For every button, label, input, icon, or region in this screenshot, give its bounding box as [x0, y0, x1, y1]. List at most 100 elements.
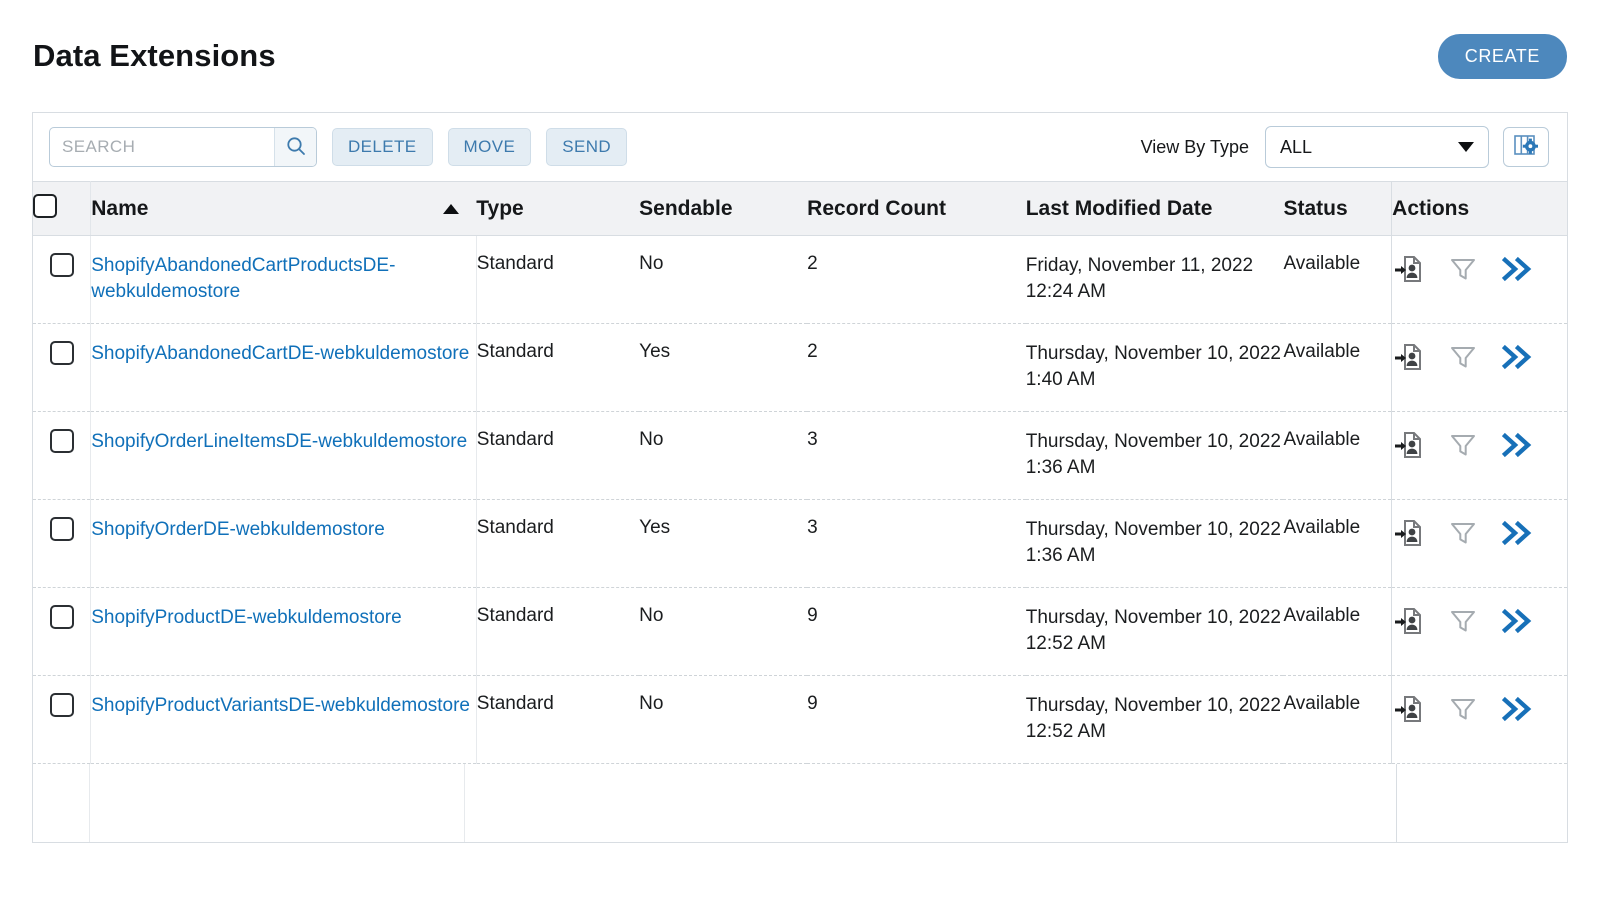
filler-name-column: [90, 764, 465, 842]
select-all-checkbox[interactable]: [33, 193, 57, 218]
delete-button[interactable]: DELETE: [332, 128, 433, 166]
column-settings-button[interactable]: [1503, 127, 1549, 167]
select-all-header: [33, 181, 92, 236]
create-button[interactable]: CREATE: [1437, 33, 1567, 79]
data-extension-link[interactable]: ShopifyOrderLineItemsDE-webkuldemostore: [91, 429, 467, 455]
view-by-type-value: ALL: [1280, 136, 1313, 157]
data-extension-link[interactable]: ShopifyAbandonedCartDE-webkuldemostore: [91, 341, 469, 367]
row-select-cell: [33, 323, 92, 412]
chevron-down-icon: [1458, 142, 1474, 152]
import-contacts-icon[interactable]: [1392, 517, 1426, 549]
row-actions-group: [1392, 605, 1567, 637]
view-by-type-select[interactable]: ALL: [1265, 126, 1489, 168]
filter-funnel-icon[interactable]: [1448, 694, 1478, 724]
column-header-last-modified-date[interactable]: Last Modified Date: [1025, 181, 1284, 236]
row-record-count-cell: 3: [807, 411, 1026, 500]
filter-funnel-icon[interactable]: [1448, 606, 1478, 636]
data-extensions-table: Name Type Sendable Record Count Last Mod…: [33, 181, 1567, 764]
row-record-count-cell: 3: [807, 499, 1026, 588]
data-extension-link[interactable]: ShopifyProductDE-webkuldemostore: [91, 605, 402, 631]
more-actions-chevrons-icon[interactable]: [1500, 606, 1536, 636]
row-name-cell: ShopifyOrderDE-webkuldemostore: [90, 499, 477, 588]
row-actions-cell: [1391, 323, 1567, 412]
row-actions-group: [1392, 253, 1567, 285]
row-type-cell: Standard: [476, 587, 640, 676]
more-actions-chevrons-icon[interactable]: [1500, 342, 1536, 372]
page-header: Data Extensions CREATE: [32, 0, 1568, 112]
table-row: ShopifyAbandonedCartDE-webkuldemostore St…: [33, 323, 1567, 412]
data-extensions-panel: DELETE MOVE SEND View By Type ALL: [32, 112, 1568, 843]
data-extension-link[interactable]: ShopifyProductVariantsDE-webkuldemostore: [91, 693, 470, 719]
row-type-cell: Standard: [476, 323, 640, 412]
toolbar-right-group: View By Type ALL: [1141, 126, 1549, 168]
row-type-cell: Standard: [476, 499, 640, 588]
row-status-cell: Available: [1283, 323, 1392, 412]
import-contacts-icon[interactable]: [1392, 693, 1426, 725]
column-header-sendable[interactable]: Sendable: [639, 181, 808, 236]
row-select-checkbox[interactable]: [49, 341, 74, 365]
more-actions-chevrons-icon[interactable]: [1500, 430, 1536, 460]
import-contacts-icon[interactable]: [1392, 253, 1426, 285]
row-status-cell: Available: [1283, 499, 1392, 588]
filter-funnel-icon[interactable]: [1448, 254, 1478, 284]
row-last-modified-cell: Thursday, November 10, 2022 1:36 AM: [1025, 499, 1284, 588]
move-button[interactable]: MOVE: [447, 128, 532, 166]
table-empty-filler: [33, 764, 1567, 842]
filter-funnel-icon[interactable]: [1448, 430, 1478, 460]
data-extension-link[interactable]: ShopifyAbandonedCartProductsDE-webkuldem…: [91, 253, 476, 305]
filter-funnel-icon[interactable]: [1448, 342, 1478, 372]
search-button[interactable]: [274, 128, 316, 166]
row-record-count-cell: 9: [807, 675, 1026, 764]
row-actions-group: [1392, 517, 1567, 549]
table-body: ShopifyAbandonedCartProductsDE-webkuldem…: [33, 235, 1567, 764]
row-sendable-cell: Yes: [639, 323, 808, 412]
row-select-checkbox[interactable]: [49, 517, 74, 541]
column-header-type[interactable]: Type: [476, 181, 640, 236]
import-contacts-icon[interactable]: [1392, 605, 1426, 637]
import-contacts-icon[interactable]: [1392, 429, 1426, 461]
import-contacts-icon[interactable]: [1392, 341, 1426, 373]
column-header-name[interactable]: Name: [90, 181, 477, 236]
send-button[interactable]: SEND: [546, 128, 628, 166]
column-header-record-count[interactable]: Record Count: [807, 181, 1026, 236]
table-row: ShopifyAbandonedCartProductsDE-webkuldem…: [33, 235, 1567, 324]
row-record-count-cell: 2: [807, 235, 1026, 324]
row-record-count-cell: 2: [807, 323, 1026, 412]
row-select-cell: [33, 411, 92, 500]
column-header-status[interactable]: Status: [1283, 181, 1392, 236]
row-actions-group: [1392, 429, 1567, 461]
filter-funnel-icon[interactable]: [1448, 518, 1478, 548]
table-row: ShopifyOrderDE-webkuldemostore Standard Ye…: [33, 499, 1567, 588]
row-name-cell: ShopifyAbandonedCartProductsDE-webkuldem…: [90, 235, 477, 324]
row-status-cell: Available: [1283, 675, 1392, 764]
data-extension-link[interactable]: ShopifyOrderDE-webkuldemostore: [91, 517, 385, 543]
row-last-modified-cell: Thursday, November 10, 2022 1:40 AM: [1025, 323, 1284, 412]
table-header: Name Type Sendable Record Count Last Mod…: [33, 181, 1567, 236]
row-actions-cell: [1391, 499, 1567, 588]
row-select-checkbox[interactable]: [49, 605, 74, 629]
row-type-cell: Standard: [476, 675, 640, 764]
column-header-actions: Actions: [1391, 181, 1567, 236]
more-actions-chevrons-icon[interactable]: [1500, 518, 1536, 548]
row-name-cell: ShopifyOrderLineItemsDE-webkuldemostore: [90, 411, 477, 500]
columns-gear-icon: [1512, 133, 1540, 162]
row-last-modified-cell: Thursday, November 10, 2022 12:52 AM: [1025, 587, 1284, 676]
row-select-cell: [33, 499, 92, 588]
row-actions-group: [1392, 341, 1567, 373]
view-by-type-label: View By Type: [1140, 136, 1249, 157]
row-select-checkbox[interactable]: [49, 429, 74, 453]
row-actions-cell: [1391, 675, 1567, 764]
row-sendable-cell: No: [639, 411, 808, 500]
column-header-name-label: Name: [91, 196, 149, 220]
more-actions-chevrons-icon[interactable]: [1500, 254, 1536, 284]
row-select-cell: [33, 675, 92, 764]
row-select-checkbox[interactable]: [49, 693, 74, 717]
sort-ascending-icon: [443, 203, 460, 214]
table-header-row: Name Type Sendable Record Count Last Mod…: [33, 181, 1567, 236]
row-select-checkbox[interactable]: [49, 253, 74, 277]
search-input[interactable]: [50, 128, 274, 166]
search-icon: [285, 135, 307, 160]
more-actions-chevrons-icon[interactable]: [1500, 694, 1536, 724]
row-status-cell: Available: [1283, 235, 1392, 324]
row-last-modified-cell: Thursday, November 10, 2022 12:52 AM: [1025, 675, 1284, 764]
